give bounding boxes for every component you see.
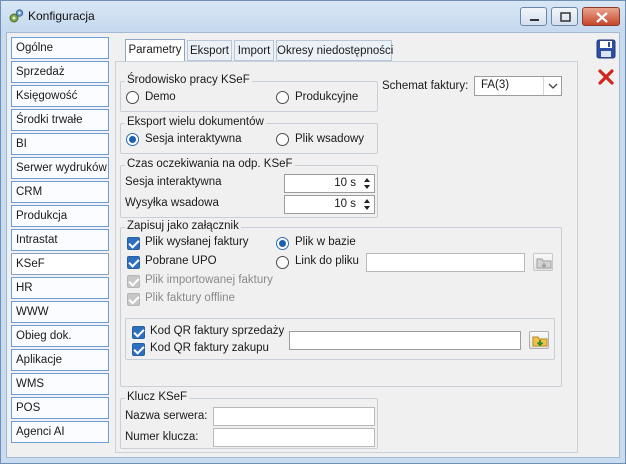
maximize-button[interactable] xyxy=(551,7,578,26)
gear-icon xyxy=(9,9,24,23)
export-batch-label: Plik wsadowy xyxy=(295,133,365,145)
qr-code-group: Kod QR faktury sprzedaży Kod QR faktury … xyxy=(125,318,555,360)
nav-item-wms[interactable]: WMS xyxy=(11,373,109,395)
env-production-label: Produkcyjne xyxy=(295,91,359,103)
schema-value: FA(3) xyxy=(481,79,510,91)
sent-invoice-checkbox[interactable] xyxy=(127,237,140,250)
schema-label: Schemat faktury: xyxy=(382,80,469,92)
qr-sales-checkbox[interactable] xyxy=(132,326,145,339)
nav-item-crm[interactable]: CRM xyxy=(11,181,109,203)
env-production-radio[interactable] xyxy=(276,91,289,104)
window-title: Konfiguracja xyxy=(28,9,95,23)
nav-item-obieg-dok[interactable]: Obieg dok. xyxy=(11,325,109,347)
tab-okresy-niedostepnosci[interactable]: Okresy niedostępności xyxy=(276,40,393,61)
qr-purchase-label: Kod QR faktury zakupu xyxy=(150,342,269,354)
environment-group-title: Środowisko pracy KSeF xyxy=(125,74,252,86)
tab-eksport[interactable]: Eksport xyxy=(187,40,232,61)
delete-button[interactable] xyxy=(594,65,616,87)
export-group-title: Eksport wielu dokumentów xyxy=(125,116,266,128)
save-button[interactable] xyxy=(594,37,616,59)
imported-invoice-checkbox[interactable] xyxy=(127,275,140,288)
nav-item-ksiegowosc[interactable]: Księgowość xyxy=(11,85,109,107)
offline-invoice-label: Plik faktury offline xyxy=(145,292,235,304)
nav-item-pos[interactable]: POS xyxy=(11,397,109,419)
ksef-key-group-title: Klucz KSeF xyxy=(125,391,190,403)
close-icon xyxy=(596,12,608,23)
key-number-input[interactable] xyxy=(213,428,375,447)
nav-item-sprzedaz[interactable]: Sprzedaż xyxy=(11,61,109,83)
tab-import[interactable]: Import xyxy=(234,40,274,61)
chevron-down-icon xyxy=(543,77,561,95)
minimize-button[interactable] xyxy=(520,7,547,26)
folder-icon xyxy=(532,336,548,347)
export-interactive-radio[interactable] xyxy=(126,133,139,146)
wait-session-spinner[interactable]: 10 s xyxy=(284,174,375,193)
nav-item-srodki-trwale[interactable]: Środki trwałe xyxy=(11,109,109,131)
server-name-label: Nazwa serwera: xyxy=(125,410,208,422)
nav-item-aplikacje[interactable]: Aplikacje xyxy=(11,349,109,371)
spinner-arrows-icon xyxy=(364,178,370,189)
browse-link-button[interactable] xyxy=(533,253,553,271)
parametry-panel: Środowisko pracy KSeF Demo Produkcyjne S… xyxy=(115,61,578,453)
tab-parametry[interactable]: Parametry xyxy=(125,39,185,62)
ksef-key-group: Klucz KSeF Nazwa serwera: Numer klucza: xyxy=(120,391,378,449)
title-bar: Konfiguracja xyxy=(1,1,625,31)
client-area: Ogólne Sprzedaż Księgowość Środki trwałe… xyxy=(6,32,620,458)
key-number-label: Numer klucza: xyxy=(125,431,199,443)
file-in-db-radio[interactable] xyxy=(276,237,289,250)
wait-time-group-title: Czas oczekiwania na odp. KSeF xyxy=(125,158,295,170)
wait-session-value: 10 s xyxy=(334,177,356,189)
upo-label: Pobrane UPO xyxy=(145,255,217,267)
export-interactive-label: Sesja interaktywna xyxy=(145,133,242,145)
nav-item-www[interactable]: WWW xyxy=(11,301,109,323)
folder-icon xyxy=(536,258,552,269)
file-in-db-label: Plik w bazie xyxy=(295,236,356,248)
wait-send-spinner[interactable]: 10 s xyxy=(284,195,375,214)
sent-invoice-label: Plik wysłanej faktury xyxy=(145,236,249,248)
minimize-icon xyxy=(530,19,539,21)
export-batch-radio[interactable] xyxy=(276,133,289,146)
wait-send-value: 10 s xyxy=(334,198,356,210)
browse-qr-button[interactable] xyxy=(529,331,549,349)
environment-group: Środowisko pracy KSeF Demo Produkcyjne xyxy=(120,74,378,112)
configuration-window: Konfiguracja Ogólne Sprzedaż Księgowość … xyxy=(0,0,626,464)
maximize-icon xyxy=(560,12,571,22)
attachment-group: Zapisuj jako załącznik Plik wysłanej fak… xyxy=(120,220,562,387)
nav-item-serwer-wydrukow[interactable]: Serwer wydruków xyxy=(11,157,109,179)
nav-item-intrastat[interactable]: Intrastat xyxy=(11,229,109,251)
nav-item-hr[interactable]: HR xyxy=(11,277,109,299)
qr-path-input[interactable] xyxy=(289,331,521,350)
delete-icon xyxy=(598,69,614,85)
save-icon xyxy=(596,39,616,59)
file-link-label: Link do pliku xyxy=(295,255,359,267)
nav-item-produkcja[interactable]: Produkcja xyxy=(11,205,109,227)
schema-select[interactable]: FA(3) xyxy=(474,76,562,96)
env-demo-radio[interactable] xyxy=(126,91,139,104)
file-link-radio[interactable] xyxy=(276,256,289,269)
nav-item-bi[interactable]: BI xyxy=(11,133,109,155)
close-window-button[interactable] xyxy=(582,7,620,26)
wait-send-label: Wysyłka wsadowa xyxy=(125,197,219,209)
link-path-input[interactable] xyxy=(366,253,525,272)
imported-invoice-label: Plik importowanej faktury xyxy=(145,274,273,286)
nav-item-agenci-ai[interactable]: Agenci AI xyxy=(11,421,109,443)
wait-session-label: Sesja interaktywna xyxy=(125,176,222,188)
offline-invoice-checkbox[interactable] xyxy=(127,293,140,306)
attachment-group-title: Zapisuj jako załącznik xyxy=(125,220,241,232)
export-group: Eksport wielu dokumentów Sesja interakty… xyxy=(120,116,378,154)
qr-sales-label: Kod QR faktury sprzedaży xyxy=(150,325,285,337)
server-name-input[interactable] xyxy=(213,407,375,426)
qr-purchase-checkbox[interactable] xyxy=(132,343,145,356)
env-demo-label: Demo xyxy=(145,91,176,103)
nav-item-ogolne[interactable]: Ogólne xyxy=(11,37,109,59)
wait-time-group: Czas oczekiwania na odp. KSeF Sesja inte… xyxy=(120,158,378,218)
nav-item-ksef[interactable]: KSeF xyxy=(11,253,109,275)
spinner-arrows-icon xyxy=(364,199,370,210)
upo-checkbox[interactable] xyxy=(127,256,140,269)
